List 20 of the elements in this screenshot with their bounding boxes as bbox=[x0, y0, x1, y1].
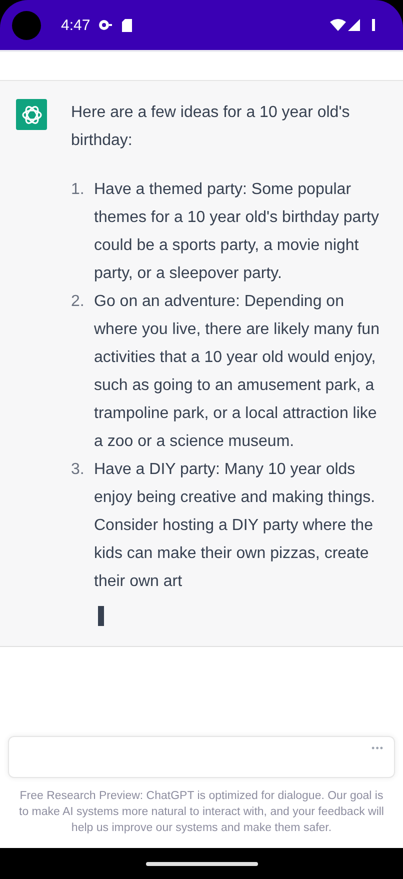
home-handle[interactable] bbox=[146, 862, 258, 866]
text-cursor bbox=[98, 606, 104, 626]
list-number: 1. bbox=[71, 180, 86, 200]
typing-indicator: ••• bbox=[372, 743, 384, 753]
signal-icon bbox=[348, 19, 360, 31]
sd-card-icon bbox=[122, 18, 132, 32]
camera-cutout bbox=[12, 10, 41, 40]
message-intro: Here are a few ideas for a 10 year old's birthday: bbox=[71, 103, 351, 151]
wifi-icon bbox=[330, 19, 346, 31]
list-item-text: Have a DIY party: Many 10 year olds enjoy being creative and making things. Consider hosting a DIY party where the kids can make their own pizzas, create their own art bbox=[94, 460, 376, 592]
list-item-text: Go on an adventure: Depending on where you live, there are likely many fun activities that a 10 year old would enjoy, such as going to an amusement park, a trampoline park, or a local attraction like a zoo or a science museum. bbox=[94, 292, 380, 452]
message-input-field[interactable]: ••• bbox=[8, 736, 395, 778]
list-number: 3. bbox=[71, 460, 86, 480]
knot-icon bbox=[20, 104, 42, 126]
battery-icon bbox=[372, 19, 375, 31]
notification-icon bbox=[98, 19, 112, 31]
list-item-text: Have a themed party: Some popular themes for a 10 year old's birthday party could be a sports party, a movie night party, or a sleepover party. bbox=[94, 180, 380, 284]
list-number: 2. bbox=[71, 292, 86, 312]
status-time: 4:47 bbox=[61, 16, 90, 34]
disclaimer-text: Free Research Preview: ChatGPT is optimized for dialogue. Our goal is to make AI systems more natural to interact with, and your feedback will help us improve our systems and make them safer. bbox=[18, 789, 385, 836]
